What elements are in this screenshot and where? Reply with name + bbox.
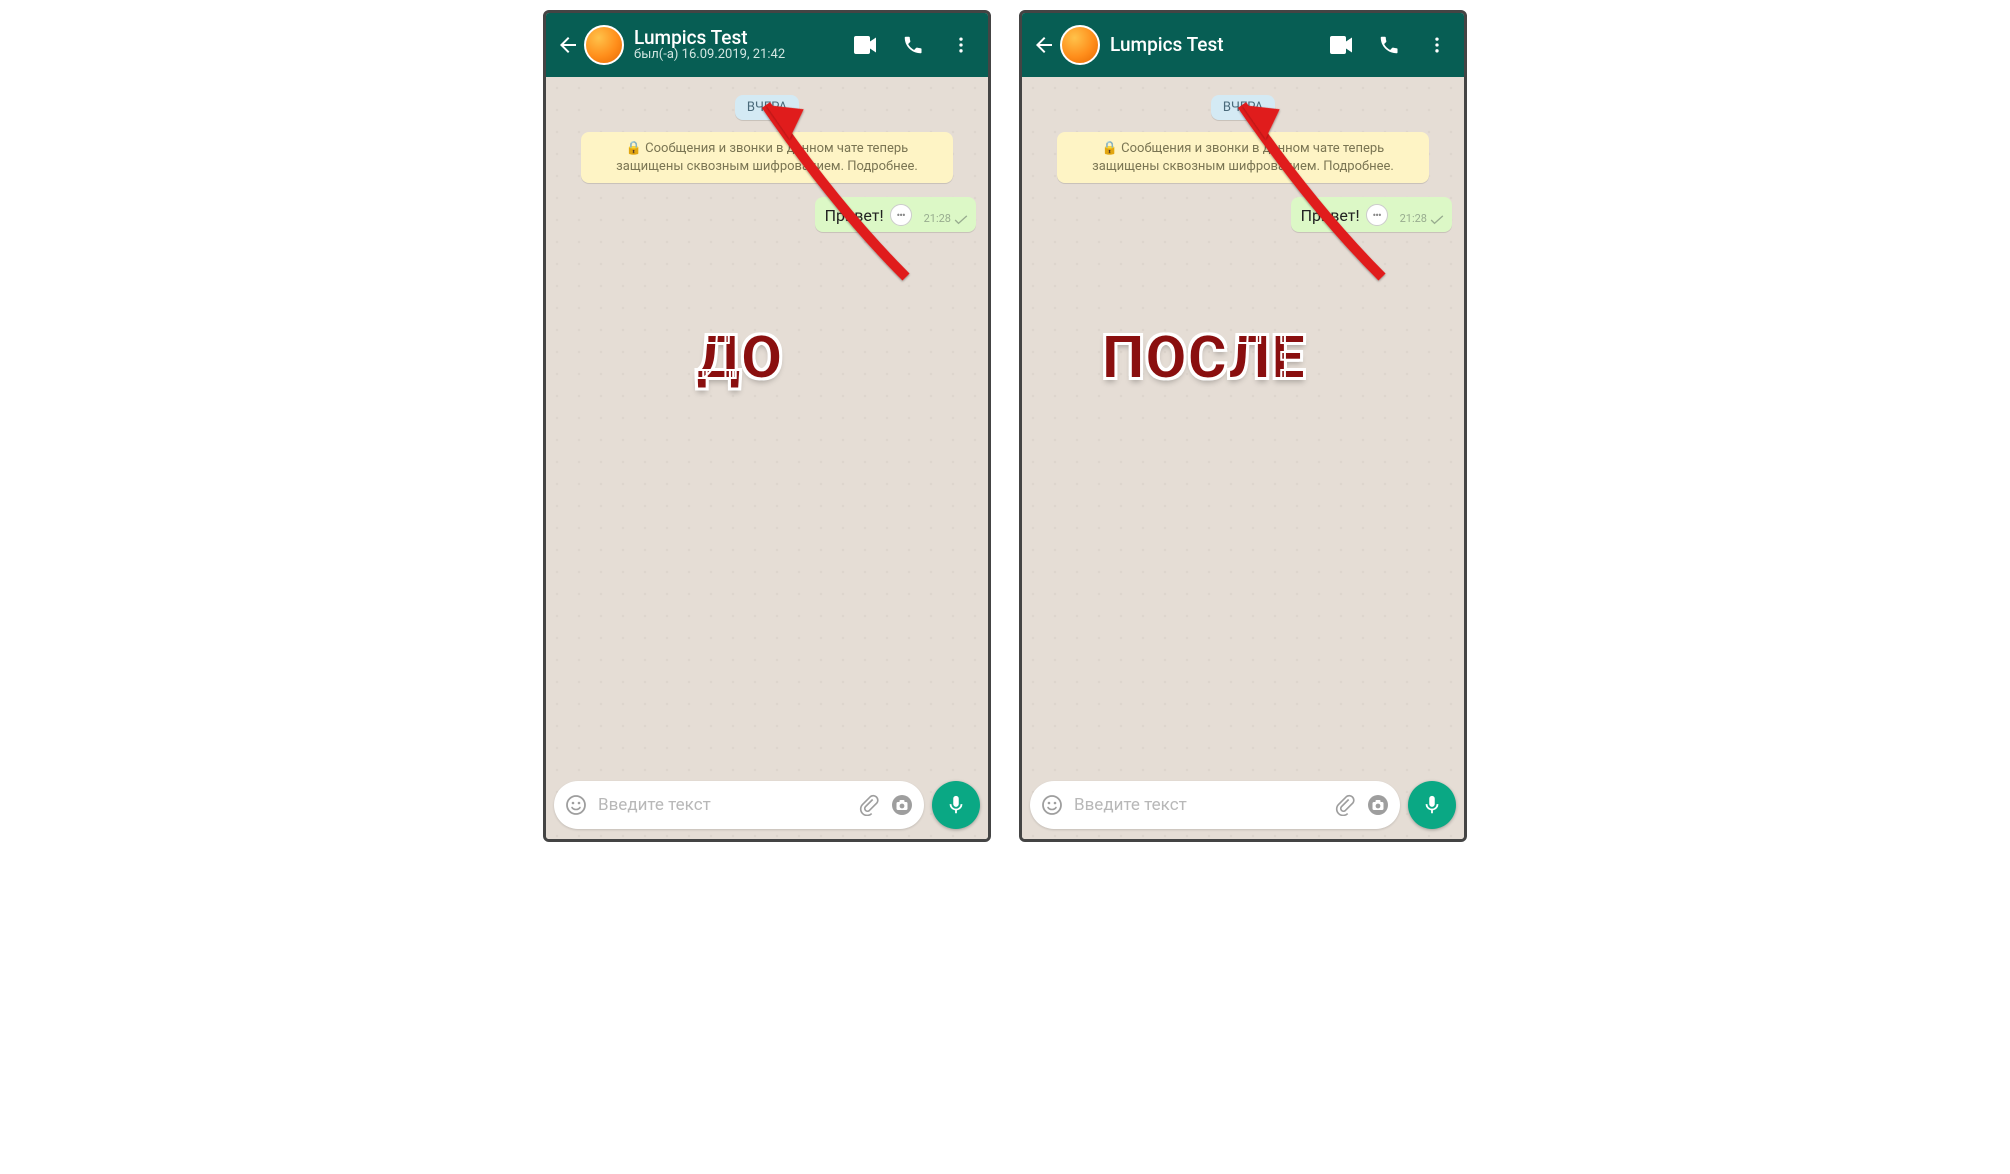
message-time: 21:28: [1400, 212, 1427, 225]
sent-tick-icon: [954, 215, 968, 225]
last-seen-status: был(-а) 16.09.2019, 21:42: [634, 48, 852, 63]
video-camera-icon: [1329, 35, 1353, 55]
date-chip: ВЧЕРА: [735, 95, 799, 120]
mic-icon: [1421, 794, 1443, 816]
screenshot-before: Lumpics Test был(-а) 16.09.2019, 21:42 В…: [543, 10, 991, 842]
menu-button[interactable]: [1424, 32, 1450, 58]
date-chip: ВЧЕРА: [1211, 95, 1275, 120]
more-vert-icon: [951, 35, 971, 55]
lock-icon: 🔒: [626, 141, 642, 156]
camera-icon[interactable]: [1366, 793, 1390, 817]
more-vert-icon: [1427, 35, 1447, 55]
contact-name: Lumpics Test: [634, 27, 852, 49]
phone-icon: [902, 34, 924, 56]
video-camera-icon: [853, 35, 877, 55]
sent-tick-icon: [1430, 215, 1444, 225]
encryption-notice[interactable]: 🔒 Сообщения и звонки в данном чате тепер…: [581, 132, 952, 183]
video-call-button[interactable]: [852, 32, 878, 58]
chat-body[interactable]: ВЧЕРА 🔒 Сообщения и звонки в данном чате…: [1022, 77, 1464, 839]
speech-bubble-emoji: •••: [1366, 204, 1388, 226]
input-placeholder: Введите текст: [598, 795, 848, 815]
contact-avatar[interactable]: [1060, 25, 1100, 65]
mic-send-button[interactable]: [932, 781, 980, 829]
contact-title-block[interactable]: Lumpics Test: [1110, 34, 1328, 56]
screenshot-after: Lumpics Test ВЧЕРА 🔒 Сообщения и зв: [1019, 10, 1467, 842]
chat-header: Lumpics Test: [1022, 13, 1464, 77]
phone-icon: [1378, 34, 1400, 56]
emoji-icon[interactable]: [564, 793, 588, 817]
overlay-label-after: ПОСЛЕ: [1102, 322, 1306, 393]
message-time: 21:28: [924, 212, 951, 225]
contact-name: Lumpics Test: [1110, 34, 1328, 56]
message-bubble-outgoing[interactable]: Привет! ••• 21:28: [815, 197, 976, 232]
attach-icon[interactable]: [858, 794, 880, 816]
input-bar: Введите текст: [1030, 781, 1456, 829]
video-call-button[interactable]: [1328, 32, 1354, 58]
back-button[interactable]: [1030, 31, 1058, 59]
chat-body[interactable]: ВЧЕРА 🔒 Сообщения и звонки в данном чате…: [546, 77, 988, 839]
message-input[interactable]: Введите текст: [1030, 781, 1400, 829]
contact-avatar[interactable]: [584, 25, 624, 65]
speech-bubble-emoji: •••: [890, 204, 912, 226]
chat-background-pattern: [1022, 77, 1464, 839]
emoji-icon[interactable]: [1040, 793, 1064, 817]
message-text: Привет!: [1301, 206, 1360, 225]
lock-icon: 🔒: [1102, 141, 1118, 156]
voice-call-button[interactable]: [1376, 32, 1402, 58]
contact-title-block[interactable]: Lumpics Test был(-а) 16.09.2019, 21:42: [634, 27, 852, 64]
input-bar: Введите текст: [554, 781, 980, 829]
arrow-back-icon: [556, 33, 580, 57]
mic-send-button[interactable]: [1408, 781, 1456, 829]
back-button[interactable]: [554, 31, 582, 59]
voice-call-button[interactable]: [900, 32, 926, 58]
menu-button[interactable]: [948, 32, 974, 58]
mic-icon: [945, 794, 967, 816]
overlay-label-before: ДО: [696, 322, 783, 393]
encryption-notice[interactable]: 🔒 Сообщения и звонки в данном чате тепер…: [1057, 132, 1428, 183]
message-bubble-outgoing[interactable]: Привет! ••• 21:28: [1291, 197, 1452, 232]
message-row: Привет! ••• 21:28: [558, 197, 976, 232]
message-row: Привет! ••• 21:28: [1034, 197, 1452, 232]
message-text: Привет!: [825, 206, 884, 225]
camera-icon[interactable]: [890, 793, 914, 817]
attach-icon[interactable]: [1334, 794, 1356, 816]
message-input[interactable]: Введите текст: [554, 781, 924, 829]
chat-header: Lumpics Test был(-а) 16.09.2019, 21:42: [546, 13, 988, 77]
chat-background-pattern: [546, 77, 988, 839]
arrow-back-icon: [1032, 33, 1056, 57]
input-placeholder: Введите текст: [1074, 795, 1324, 815]
